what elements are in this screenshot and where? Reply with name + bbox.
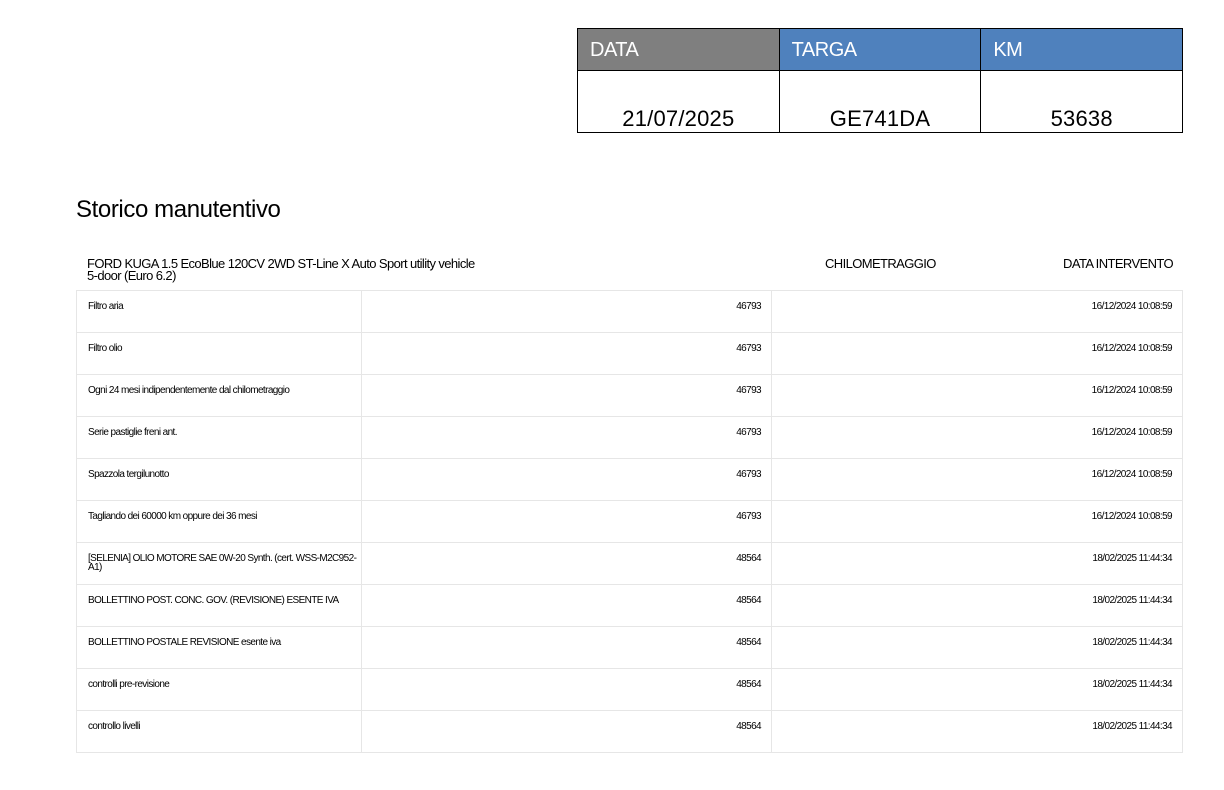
row-date: 18/02/2025 11:44:34: [772, 711, 1183, 752]
table-row: BOLLETTINO POST. CONC. GOV. (REVISIONE) …: [76, 584, 1183, 626]
row-date: 16/12/2024 10:08:59: [772, 459, 1183, 500]
row-date: 18/02/2025 11:44:34: [772, 627, 1183, 668]
table-header: FORD KUGA 1.5 EcoBlue 120CV 2WD ST-Line …: [76, 256, 1183, 290]
row-description: Serie pastiglie freni ant.: [76, 417, 362, 458]
table-row: Filtro aria 46793 16/12/2024 10:08:59: [76, 290, 1183, 332]
summary-date-column: DATA 21/07/2025: [578, 29, 779, 132]
table-row: controllo livelli 48564 18/02/2025 11:44…: [76, 710, 1183, 753]
row-km: 46793: [362, 291, 772, 332]
row-km: 48564: [362, 669, 772, 710]
row-date: 18/02/2025 11:44:34: [772, 585, 1183, 626]
row-date: 18/02/2025 11:44:34: [772, 669, 1183, 710]
summary-box: DATA 21/07/2025 TARGA GE741DA KM 53638: [577, 28, 1183, 133]
row-km: 48564: [362, 711, 772, 752]
summary-plate-column: TARGA GE741DA: [778, 29, 981, 132]
row-date: 16/12/2024 10:08:59: [772, 501, 1183, 542]
date-value-cell: 21/07/2025: [578, 71, 779, 132]
row-date: 16/12/2024 10:08:59: [772, 417, 1183, 458]
row-date: 16/12/2024 10:08:59: [772, 333, 1183, 374]
row-km: 46793: [362, 459, 772, 500]
row-description: Filtro aria: [76, 291, 362, 332]
vehicle-description: FORD KUGA 1.5 EcoBlue 120CV 2WD ST-Line …: [87, 256, 475, 283]
table-row: Filtro olio 46793 16/12/2024 10:08:59: [76, 332, 1183, 374]
maintenance-table: Filtro aria 46793 16/12/2024 10:08:59 Fi…: [76, 290, 1183, 753]
date-label: DATA: [578, 29, 779, 71]
date-value: 21/07/2025: [622, 106, 735, 131]
km-value: 53638: [1050, 106, 1113, 131]
row-description: Spazzola tergilunotto: [76, 459, 362, 500]
plate-label: TARGA: [779, 29, 981, 71]
km-label: KM: [981, 29, 1183, 71]
row-km: 46793: [362, 375, 772, 416]
row-km: 46793: [362, 501, 772, 542]
row-date: 18/02/2025 11:44:34: [772, 543, 1183, 584]
row-description: BOLLETTINO POSTALE REVISIONE esente iva: [76, 627, 362, 668]
table-row: Spazzola tergilunotto 46793 16/12/2024 1…: [76, 458, 1183, 500]
row-description: Tagliando dei 60000 km oppure dei 36 mes…: [76, 501, 362, 542]
row-description: [SELENIA] OLIO MOTORE SAE 0W-20 Synth. (…: [76, 543, 362, 584]
km-column-header: CHILOMETRAGGIO: [825, 256, 936, 271]
summary-km-column: KM 53638: [980, 29, 1183, 132]
row-km: 48564: [362, 543, 772, 584]
row-date: 16/12/2024 10:08:59: [772, 375, 1183, 416]
plate-value-cell: GE741DA: [780, 71, 981, 132]
row-km: 48564: [362, 585, 772, 626]
row-description: controllo livelli: [76, 711, 362, 752]
date-column-header: DATA INTERVENTO: [1063, 256, 1174, 271]
row-km: 46793: [362, 417, 772, 458]
row-description: BOLLETTINO POST. CONC. GOV. (REVISIONE) …: [76, 585, 362, 626]
section-title: Storico manutentivo: [76, 196, 281, 223]
table-row: Ogni 24 mesi indipendentemente dal chilo…: [76, 374, 1183, 416]
row-km: 46793: [362, 333, 772, 374]
table-row: Serie pastiglie freni ant. 46793 16/12/2…: [76, 416, 1183, 458]
table-row: Tagliando dei 60000 km oppure dei 36 mes…: [76, 500, 1183, 542]
table-row: BOLLETTINO POSTALE REVISIONE esente iva …: [76, 626, 1183, 668]
plate-value: GE741DA: [829, 106, 931, 131]
row-date: 16/12/2024 10:08:59: [772, 291, 1183, 332]
table-row: controlli pre-revisione 48564 18/02/2025…: [76, 668, 1183, 710]
row-km: 48564: [362, 627, 772, 668]
row-description: controlli pre-revisione: [76, 669, 362, 710]
row-description: Ogni 24 mesi indipendentemente dal chilo…: [76, 375, 362, 416]
table-row: [SELENIA] OLIO MOTORE SAE 0W-20 Synth. (…: [76, 542, 1183, 584]
row-description: Filtro olio: [76, 333, 362, 374]
km-value-cell: 53638: [981, 71, 1182, 132]
